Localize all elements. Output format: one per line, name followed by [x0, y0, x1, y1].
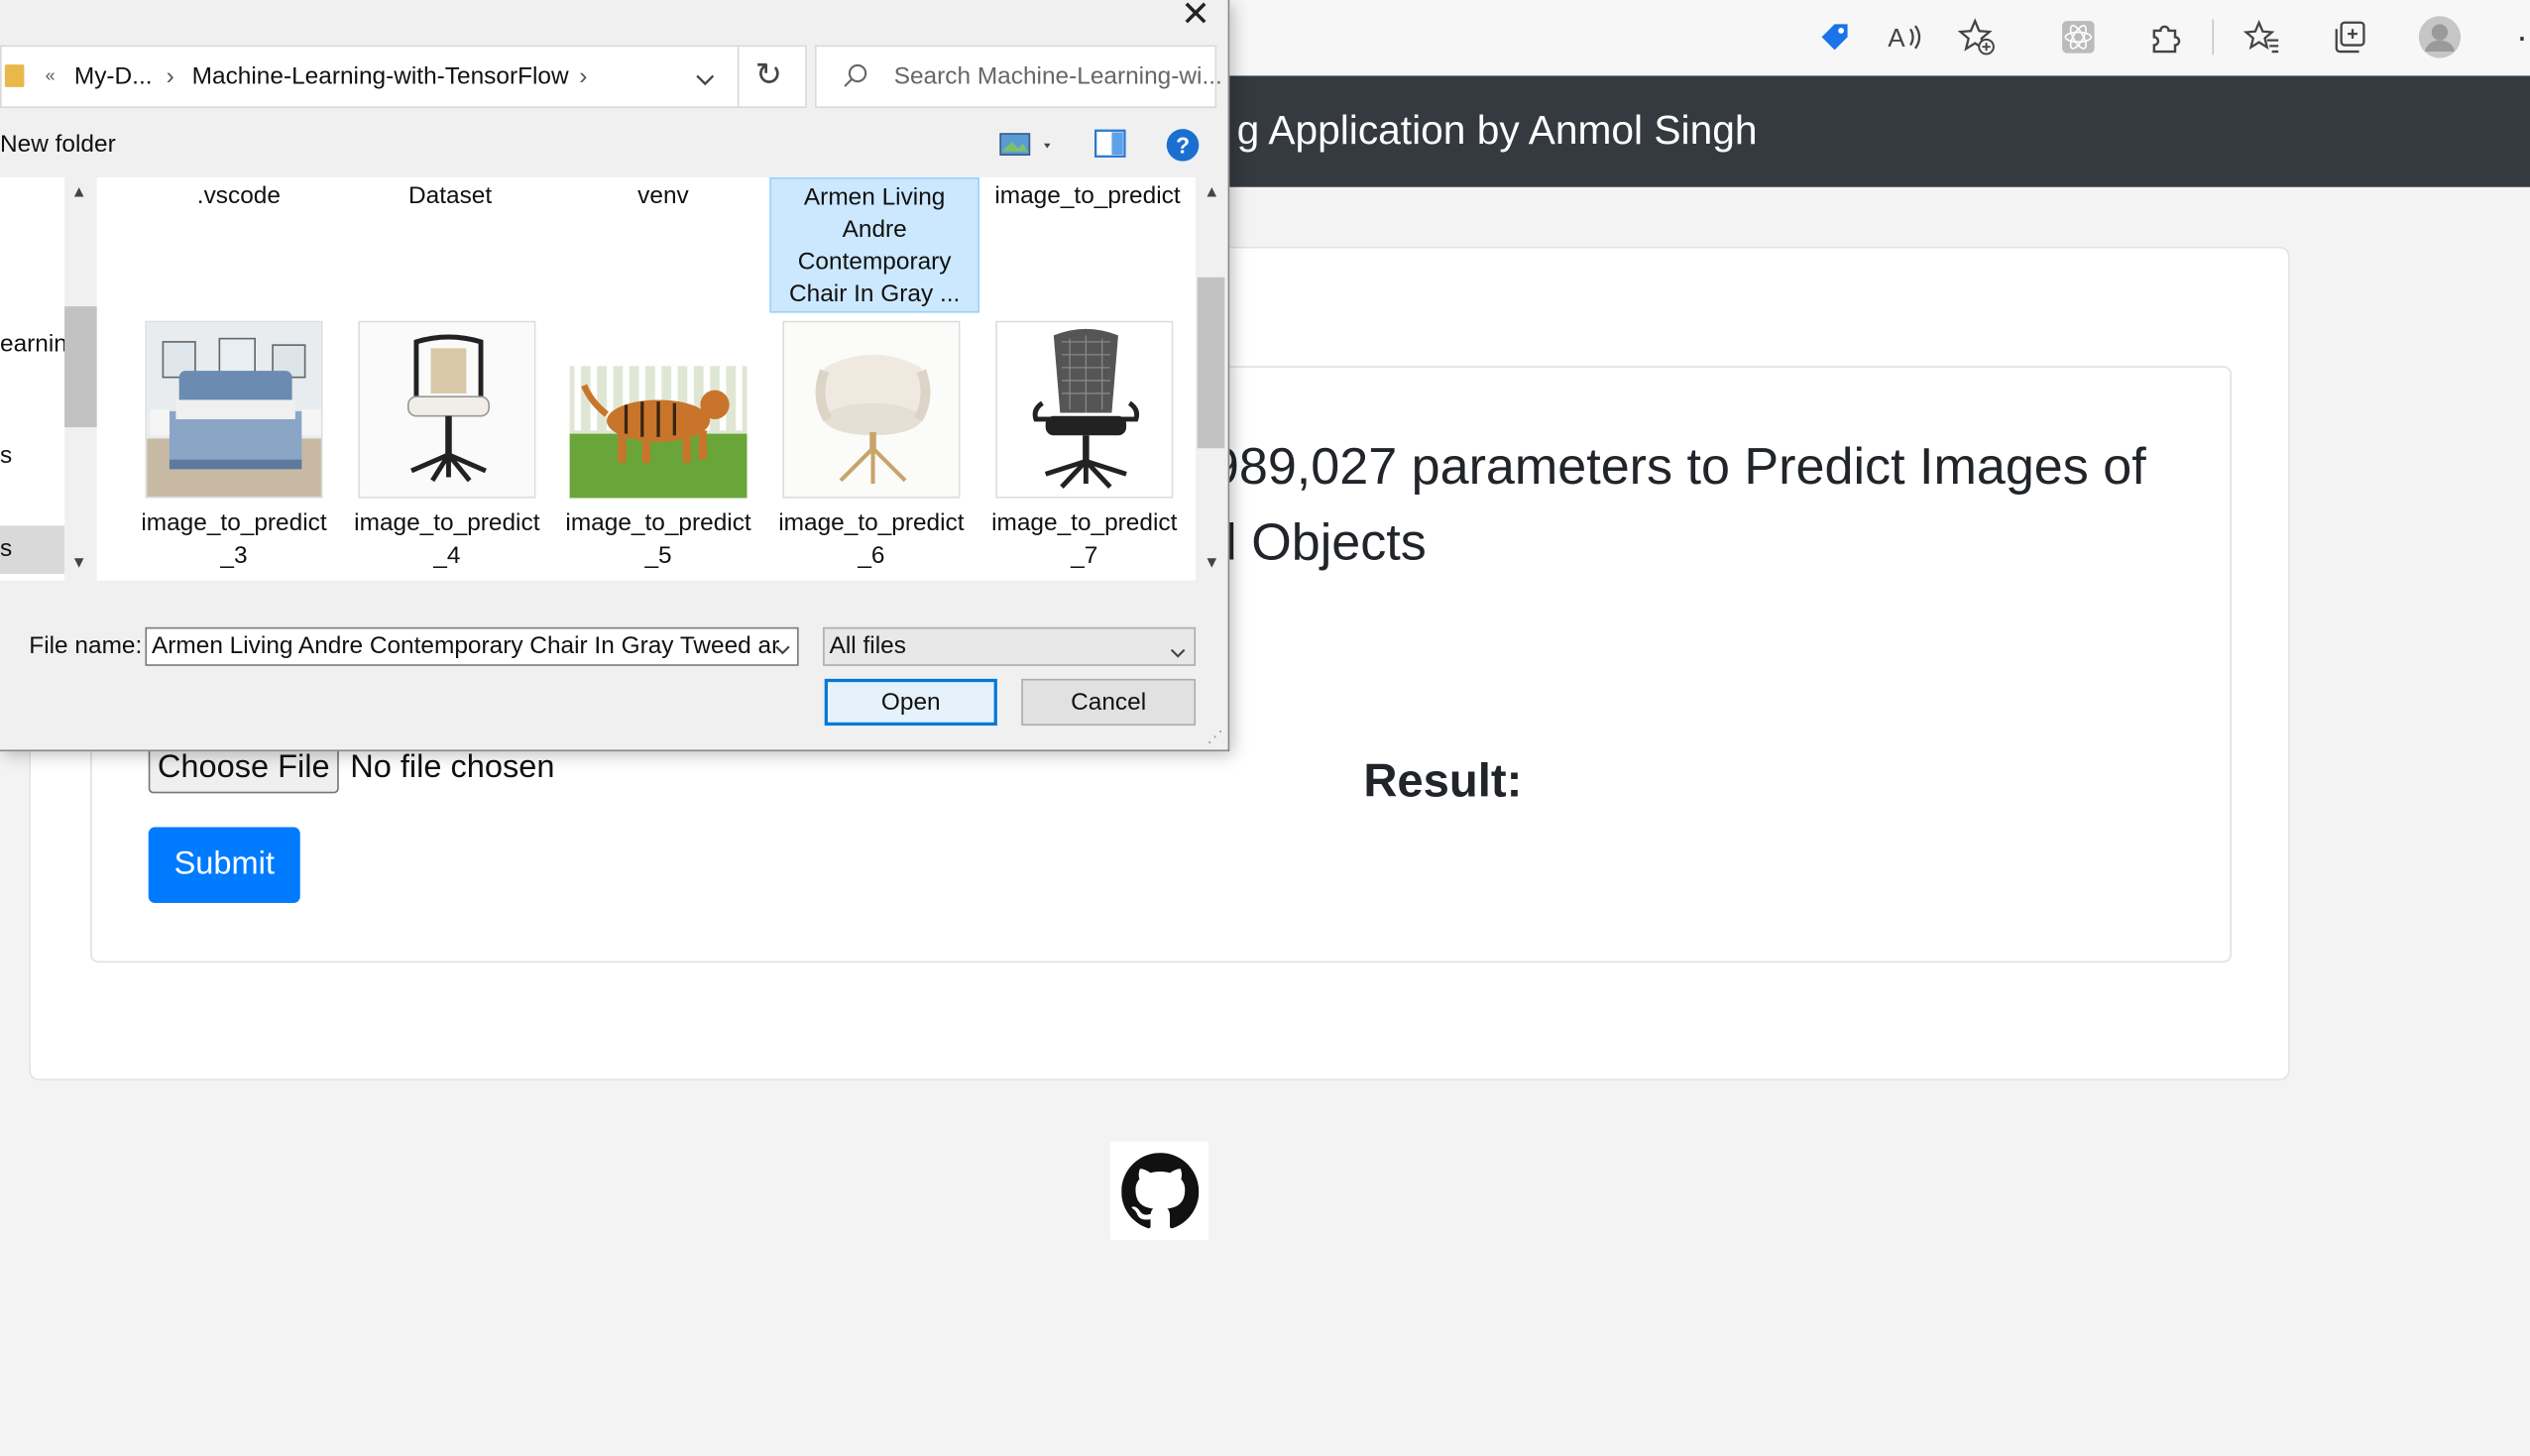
file-name-line: Armen Living	[803, 183, 946, 212]
image-file-label[interactable]: image_to_predict _4	[345, 507, 548, 572]
mesh-chair-image-icon[interactable]	[995, 320, 1174, 499]
image-file-label[interactable]: image_to_predict _3	[132, 507, 335, 572]
chevron-down-icon[interactable]	[695, 67, 715, 96]
github-link[interactable]	[1109, 1141, 1209, 1241]
file-name-line: Contemporary	[797, 248, 952, 277]
address-bar[interactable]: « My-D... › Machine-Learning-with-Tensor…	[0, 45, 807, 108]
scroll-up-icon[interactable]: ▲	[71, 183, 87, 201]
favorites-icon[interactable]	[2238, 13, 2286, 61]
breadcrumb-parent[interactable]: My-D...	[74, 47, 153, 106]
refresh-icon[interactable]: ↻	[755, 47, 782, 106]
file-list-pane[interactable]: .vscode Dataset venv Armen Living Andre …	[99, 176, 1197, 581]
image-file-label[interactable]: image_to_predict _5	[557, 507, 760, 572]
scroll-thumb[interactable]	[64, 306, 97, 428]
folder-item[interactable]: image_to_predict	[985, 180, 1189, 213]
submit-button[interactable]: Submit	[148, 827, 300, 904]
extension-react-icon[interactable]	[2054, 13, 2103, 61]
file-name-dropdown-icon[interactable]	[773, 638, 793, 667]
preview-pane-button[interactable]	[1094, 129, 1127, 158]
close-icon[interactable]: ✕	[1175, 0, 1216, 32]
file-name-line: _6	[858, 541, 885, 570]
folder-item[interactable]: venv	[561, 180, 764, 213]
open-button[interactable]: Open	[824, 678, 997, 727]
file-name-line: _5	[644, 541, 672, 570]
github-icon	[1120, 1152, 1199, 1228]
extensions-puzzle-icon[interactable]	[2141, 13, 2190, 61]
folder-item[interactable]: Dataset	[349, 180, 552, 213]
cancel-button[interactable]: Cancel	[1021, 678, 1197, 727]
view-icon	[999, 133, 1051, 156]
file-name-line: image_to_predict	[354, 509, 540, 537]
folder-icon	[4, 64, 25, 87]
change-view-button[interactable]	[998, 129, 1060, 162]
folder-item[interactable]: .vscode	[137, 180, 340, 213]
breadcrumb-current[interactable]: Machine-Learning-with-TensorFlow	[192, 47, 569, 106]
resize-grip-icon[interactable]: ⋰	[1207, 728, 1222, 746]
help-icon[interactable]: ?	[1166, 129, 1200, 162]
collections-icon[interactable]	[2325, 13, 2373, 61]
file-name-line: image_to_predict	[565, 509, 751, 537]
more-menu-icon[interactable]: ·	[2498, 13, 2530, 61]
file-type-select[interactable]: All files	[823, 626, 1197, 666]
scroll-down-icon[interactable]: ▼	[1204, 555, 1219, 573]
profile-avatar-icon[interactable]	[2416, 13, 2465, 61]
open-file-dialog: ✕ « My-D... › Machine-Learning-with-Tens…	[0, 0, 1230, 752]
file-pane-scrollbar[interactable]: ▲ ▼	[1196, 176, 1226, 581]
image-file-label[interactable]: image_to_predict _6	[769, 507, 973, 572]
breadcrumb-separator[interactable]: ›	[167, 47, 174, 106]
bed-image-icon[interactable]	[145, 320, 323, 499]
toolbar-divider	[2212, 19, 2215, 56]
read-aloud-icon[interactable]: A	[1882, 13, 1930, 61]
search-placeholder: Search Machine-Learning-wi...	[893, 62, 1222, 91]
nav-item[interactable]: earnin	[0, 330, 67, 358]
search-icon	[843, 62, 868, 96]
armchair-image-icon[interactable]	[782, 320, 961, 499]
breadcrumb-separator-end[interactable]: ›	[579, 47, 587, 106]
breadcrumb-overflow[interactable]: «	[46, 47, 56, 106]
nav-item-selected[interactable]: s	[0, 525, 65, 575]
file-name-line: _3	[220, 541, 248, 570]
result-label: Result:	[1363, 755, 1523, 809]
scroll-up-icon[interactable]: ▲	[1204, 183, 1219, 201]
selected-file-item[interactable]: Armen Living Andre Contemporary Chair In…	[769, 176, 979, 313]
search-input[interactable]: Search Machine-Learning-wi...	[814, 45, 1222, 108]
nav-scrollbar[interactable]: ▲ ▼	[64, 176, 97, 581]
svg-text:A: A	[1888, 23, 1905, 53]
file-type-value: All files	[829, 631, 906, 660]
file-name-line: image_to_predict	[778, 509, 965, 537]
file-name-line: image_to_predict	[141, 509, 327, 537]
file-name-line: _7	[1071, 541, 1098, 570]
chevron-down-icon	[1168, 638, 1188, 674]
file-name-line: Chair In Gray ...	[788, 280, 961, 308]
address-divider	[737, 47, 740, 107]
file-name-line: Andre	[842, 215, 907, 244]
scroll-thumb[interactable]	[1197, 277, 1225, 449]
nav-item[interactable]: s	[0, 442, 12, 470]
scroll-down-icon[interactable]: ▼	[71, 555, 87, 573]
preview-pane-icon	[1094, 129, 1126, 158]
coupon-tag-icon[interactable]	[1810, 13, 1859, 61]
add-favorite-icon[interactable]	[1952, 13, 2001, 61]
image-file-label[interactable]: image_to_predict _7	[982, 507, 1186, 572]
file-name-line: _4	[433, 541, 461, 570]
new-folder-button[interactable]: New folder	[0, 129, 116, 162]
file-name-line: image_to_predict	[991, 509, 1178, 537]
file-name-input[interactable]: Armen Living Andre Contemporary Chair In…	[145, 626, 799, 666]
tiger-dog-image-icon[interactable]	[569, 320, 748, 499]
file-name-label: File name:	[29, 631, 143, 660]
office-chair-image-icon[interactable]	[358, 320, 536, 499]
